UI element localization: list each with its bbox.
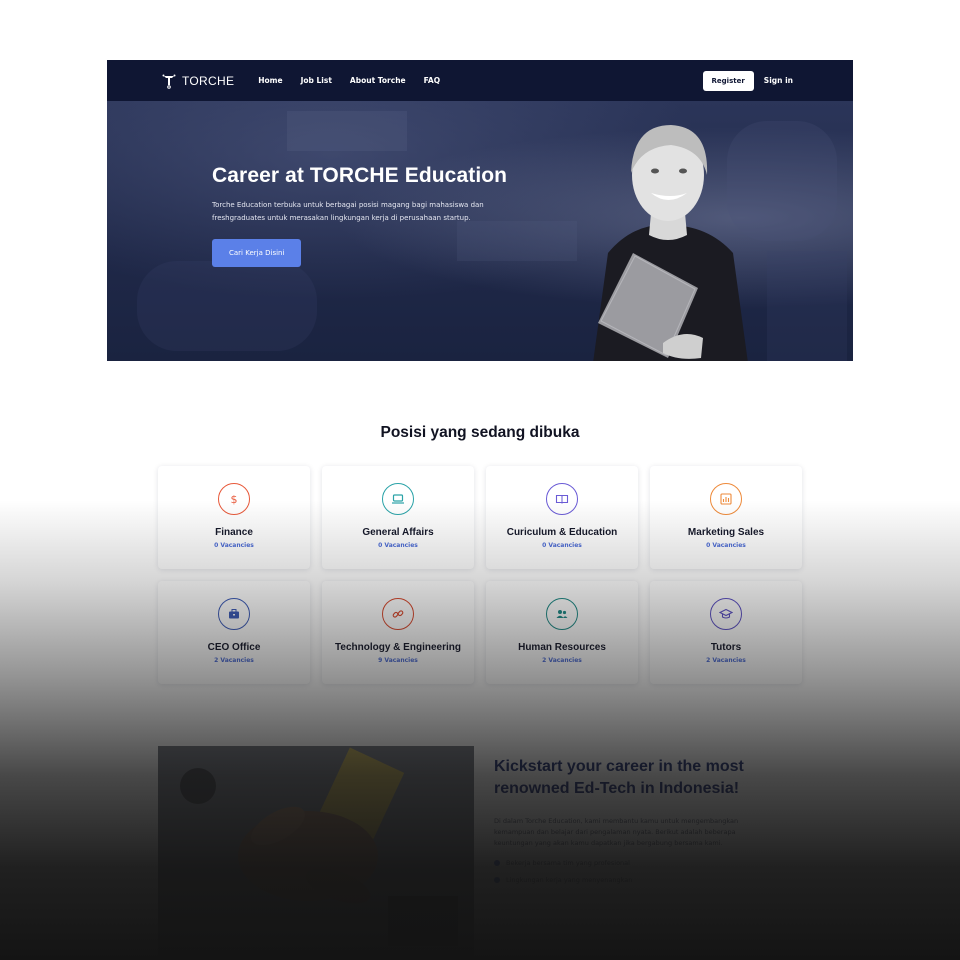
card-count: 0 Vacancies — [214, 542, 254, 549]
briefcase-icon — [218, 598, 250, 630]
card-title: Curiculum & Education — [506, 527, 618, 538]
top-navbar: TORCHE Home Job List About Torche FAQ Re… — [107, 60, 853, 101]
card-count: 0 Vacancies — [706, 542, 746, 549]
signin-link[interactable]: Sign in — [764, 76, 793, 85]
nav-links: Home Job List About Torche FAQ — [258, 76, 440, 85]
book-icon — [546, 483, 578, 515]
logo-text: TORCHE — [182, 73, 235, 88]
dollar-icon: $ — [218, 483, 250, 515]
kickstart-description: Di dalam Torche Education, kami membantu… — [494, 817, 739, 847]
card-title: General Affairs — [362, 527, 434, 538]
benefit-text: Bekerja bersama tim yang profesional — [506, 859, 630, 867]
position-card-general-affairs[interactable]: General Affairs 0 Vacancies — [322, 466, 474, 569]
hero-woman-image — [593, 125, 748, 361]
card-title: Human Resources — [518, 642, 606, 653]
position-card-tutors[interactable]: Tutors 2 Vacancies — [650, 581, 802, 684]
logo[interactable]: TORCHE — [161, 73, 234, 89]
card-count: 9 Vacancies — [378, 657, 418, 664]
position-card-technology[interactable]: Technology & Engineering 9 Vacancies — [322, 581, 474, 684]
position-card-curriculum[interactable]: Curiculum & Education 0 Vacancies — [486, 466, 638, 569]
kickstart-section: Kickstart your career in the most renown… — [494, 756, 764, 893]
register-button[interactable]: Register — [702, 70, 754, 91]
card-count: 2 Vacancies — [542, 657, 582, 664]
career-page: TORCHE Home Job List About Torche FAQ Re… — [0, 0, 960, 960]
nav-link-about[interactable]: About Torche — [350, 76, 406, 85]
positions-title: Posisi yang sedang dibuka — [380, 424, 580, 441]
card-count: 0 Vacancies — [378, 542, 418, 549]
hero-content: Career at TORCHE Education Torche Educat… — [212, 163, 512, 267]
nav-link-faq[interactable]: FAQ — [424, 76, 440, 85]
position-card-ceo-office[interactable]: CEO Office 2 Vacancies — [158, 581, 310, 684]
card-title: Tutors — [710, 642, 742, 653]
position-cards-grid: $ Finance 0 Vacancies General Affairs 0 … — [158, 466, 802, 684]
team-hands-photo — [158, 746, 474, 960]
bullet-dot-icon — [494, 877, 500, 883]
list-item: Lingkungan kerja yang menyenangkan — [494, 876, 764, 884]
position-card-marketing-sales[interactable]: Marketing Sales 0 Vacancies — [650, 466, 802, 569]
link-icon — [382, 598, 414, 630]
kickstart-benefits-list: Bekerja bersama tim yang profesional Lin… — [494, 859, 764, 884]
nav-link-home[interactable]: Home — [258, 76, 282, 85]
graduation-cap-icon — [710, 598, 742, 630]
card-count: 2 Vacancies — [214, 657, 254, 664]
list-item: Bekerja bersama tim yang profesional — [494, 859, 764, 867]
hero-banner: Career at TORCHE Education Torche Educat… — [107, 101, 853, 361]
torch-logo-icon — [162, 74, 176, 89]
hero-title: Career at TORCHE Education — [212, 164, 508, 187]
benefit-text: Lingkungan kerja yang menyenangkan — [506, 876, 633, 884]
nav-link-job-list[interactable]: Job List — [301, 76, 332, 85]
laptop-icon — [382, 483, 414, 515]
card-title: Technology & Engineering — [335, 642, 461, 653]
position-card-finance[interactable]: $ Finance 0 Vacancies — [158, 466, 310, 569]
bullet-dot-icon — [494, 860, 500, 866]
card-title: CEO Office — [207, 642, 261, 653]
position-card-human-resources[interactable]: Human Resources 2 Vacancies — [486, 581, 638, 684]
find-job-button[interactable]: Cari Kerja Disini — [212, 239, 302, 267]
hero-description: Torche Education terbuka untuk berbagai … — [212, 201, 484, 222]
svg-text:$: $ — [231, 493, 238, 506]
card-count: 0 Vacancies — [542, 542, 582, 549]
card-title: Finance — [215, 527, 253, 538]
chart-icon — [710, 483, 742, 515]
card-count: 2 Vacancies — [706, 657, 746, 664]
kickstart-title: Kickstart your career in the most renown… — [494, 758, 744, 797]
card-title: Marketing Sales — [687, 527, 765, 538]
users-icon — [546, 598, 578, 630]
nav-actions: Register Sign in — [702, 70, 793, 91]
